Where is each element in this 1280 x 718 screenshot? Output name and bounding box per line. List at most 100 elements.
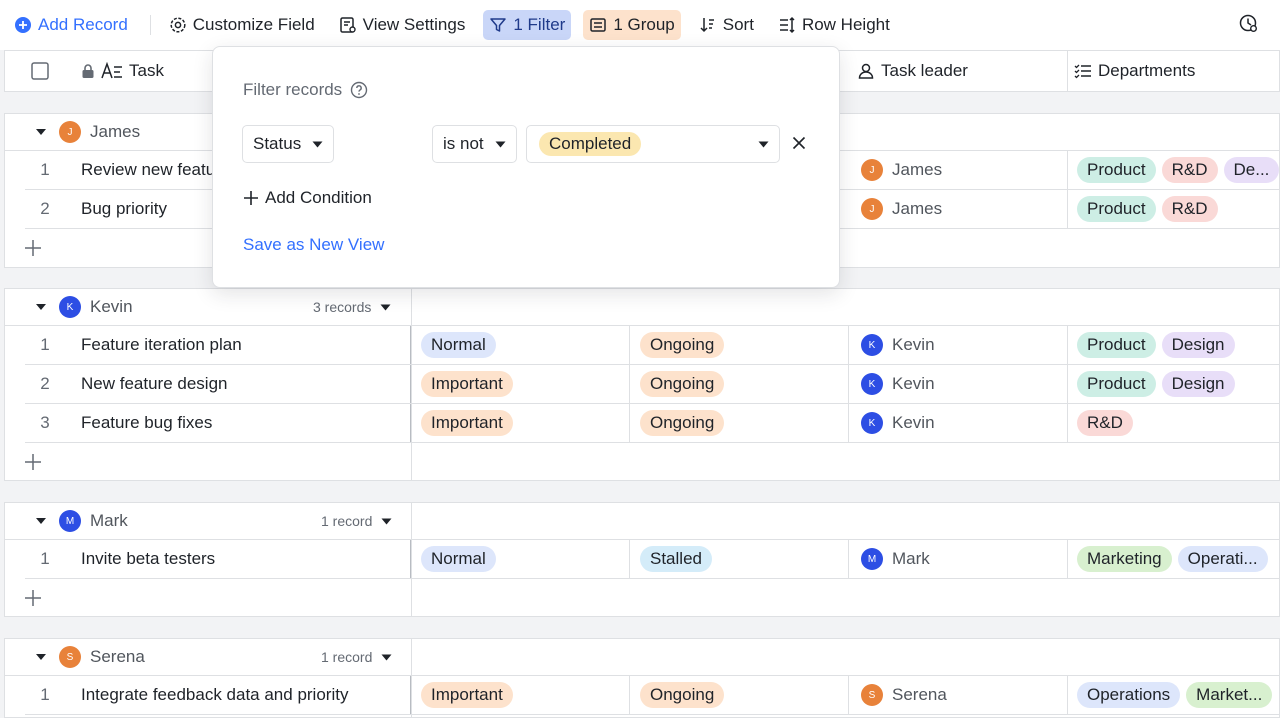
filter-title-label: Filter records <box>243 80 343 99</box>
caret-down-icon <box>381 518 392 524</box>
department-tag: Marketing <box>1077 546 1172 572</box>
caret-down-icon[interactable] <box>35 653 47 661</box>
multi-select-icon <box>1074 64 1091 79</box>
remove-condition-icon[interactable] <box>792 136 806 150</box>
sort-button[interactable]: Sort <box>693 10 760 40</box>
departments-cell[interactable]: Product R&D <box>1068 190 1280 228</box>
task-leader-column-header[interactable]: Task leader <box>849 51 1068 91</box>
gear-icon <box>170 17 186 33</box>
departments-column-header[interactable]: Departments <box>1068 51 1280 91</box>
record-count-label: 1 record <box>321 513 373 529</box>
departments-cell[interactable]: Product R&D De... <box>1068 151 1280 189</box>
filter-value-select[interactable]: Completed <box>526 125 780 163</box>
departments-cell[interactable]: Marketing Operati... <box>1068 540 1280 578</box>
avatar: S <box>59 646 81 668</box>
sort-label: Sort <box>722 15 754 34</box>
group-record-count[interactable]: 1 record <box>321 503 392 539</box>
caret-down-icon[interactable] <box>35 128 47 136</box>
task-leader-cell[interactable]: M Mark <box>849 540 1068 578</box>
view-settings-button[interactable]: View Settings <box>333 10 472 40</box>
add-record-button[interactable]: Add Record <box>8 10 134 40</box>
group-button[interactable]: 1 Group <box>583 10 681 40</box>
group-title: M Mark <box>59 503 128 539</box>
task-cell[interactable]: New feature design <box>81 365 411 403</box>
department-tag: Product <box>1077 371 1156 397</box>
group-name: James <box>90 122 141 141</box>
row-number: 3 <box>40 413 50 432</box>
task-cell[interactable]: Invite beta testers <box>81 540 411 578</box>
priority-cell[interactable]: Important <box>411 365 630 403</box>
add-row-button[interactable] <box>5 443 1279 481</box>
avatar: K <box>861 334 883 356</box>
group-header[interactable]: S Serena 1 record <box>5 639 1279 676</box>
group-title: J James <box>59 114 140 150</box>
filter-value-tag: Completed <box>539 132 642 156</box>
add-record-label: Add Record <box>38 15 128 34</box>
group-title: K Kevin <box>59 289 133 325</box>
filter-operator-select[interactable]: is not <box>432 125 517 163</box>
task-leader-cell[interactable]: K Kevin <box>849 326 1068 364</box>
filter-popup-title: Filter records <box>243 80 368 100</box>
departments-cell[interactable]: Operations Market... <box>1068 676 1280 714</box>
task-leader-cell[interactable]: K Kevin <box>849 365 1068 403</box>
filter-icon <box>490 18 507 32</box>
caret-down-icon[interactable] <box>35 303 47 311</box>
priority-cell[interactable]: Important <box>411 404 630 442</box>
departments-cell[interactable]: Product Design <box>1068 365 1280 403</box>
table-row[interactable]: 1 Feature iteration plan Normal Ongoing … <box>25 326 1280 365</box>
help-icon[interactable] <box>350 81 368 99</box>
row-number: 2 <box>40 374 50 393</box>
add-condition-label: Add Condition <box>265 188 372 207</box>
departments-cell[interactable]: Product Design <box>1068 326 1280 364</box>
group-icon <box>590 18 607 32</box>
group-header[interactable]: K Kevin 3 records <box>5 289 1279 326</box>
department-tag: Operations <box>1077 682 1181 708</box>
task-leader-cell[interactable]: S Serena <box>849 676 1068 714</box>
row-number: 1 <box>40 335 50 354</box>
group-mark: M Mark 1 record 1 Invite beta testers No… <box>4 502 1280 617</box>
status-cell[interactable]: Stalled <box>630 540 849 578</box>
task-cell[interactable]: Feature iteration plan <box>81 326 411 364</box>
priority-cell[interactable]: Normal <box>411 540 630 578</box>
status-cell[interactable]: Ongoing <box>630 326 849 364</box>
avatar: J <box>861 198 883 220</box>
customize-field-button[interactable]: Customize Field <box>163 10 321 40</box>
add-row-button[interactable] <box>5 579 1279 617</box>
task-cell[interactable]: Integrate feedback data and priority <box>81 676 411 714</box>
avatar: J <box>861 159 883 181</box>
history-button[interactable] <box>1238 13 1258 38</box>
table-row[interactable]: 1 Invite beta testers Normal Stalled M M… <box>25 540 1280 579</box>
status-cell[interactable]: Ongoing <box>630 365 849 403</box>
task-cell[interactable]: Feature bug fixes <box>81 404 411 442</box>
priority-cell[interactable]: Important <box>411 676 630 714</box>
add-condition-button[interactable]: Add Condition <box>243 188 372 208</box>
select-all-checkbox[interactable] <box>31 62 49 80</box>
task-leader-cell[interactable]: J James <box>849 151 1068 189</box>
group-record-count[interactable]: 1 record <box>321 639 392 675</box>
task-leader-cell[interactable]: J James <box>849 190 1068 228</box>
table-row[interactable]: 2 New feature design Important Ongoing K… <box>25 365 1280 404</box>
group-name: Serena <box>90 647 145 666</box>
group-header[interactable]: M Mark 1 record <box>5 503 1279 540</box>
department-tag: R&D <box>1161 196 1218 222</box>
table-row[interactable]: 1 Integrate feedback data and priority I… <box>25 676 1280 715</box>
status-cell[interactable]: Ongoing <box>630 676 849 714</box>
task-leader-cell[interactable]: K Kevin <box>849 404 1068 442</box>
status-cell[interactable]: Ongoing <box>630 404 849 442</box>
table-row[interactable]: 3 Feature bug fixes Important Ongoing K … <box>25 404 1280 443</box>
caret-down-icon[interactable] <box>35 517 47 525</box>
group-record-count[interactable]: 3 records <box>313 289 391 325</box>
leader-name: James <box>892 199 943 218</box>
sort-icon <box>700 18 714 33</box>
departments-cell[interactable]: R&D <box>1068 404 1280 442</box>
priority-tag: Important <box>421 410 513 436</box>
leader-name: James <box>892 160 943 179</box>
history-icon <box>1239 14 1257 32</box>
row-height-button[interactable]: Row Height <box>772 10 896 40</box>
row-number: 1 <box>40 549 50 568</box>
priority-cell[interactable]: Normal <box>411 326 630 364</box>
filter-button[interactable]: 1 Filter <box>483 10 572 40</box>
filter-field-select[interactable]: Status <box>242 125 334 163</box>
save-as-new-view-link[interactable]: Save as New View <box>243 235 384 255</box>
status-tag: Ongoing <box>640 410 725 436</box>
